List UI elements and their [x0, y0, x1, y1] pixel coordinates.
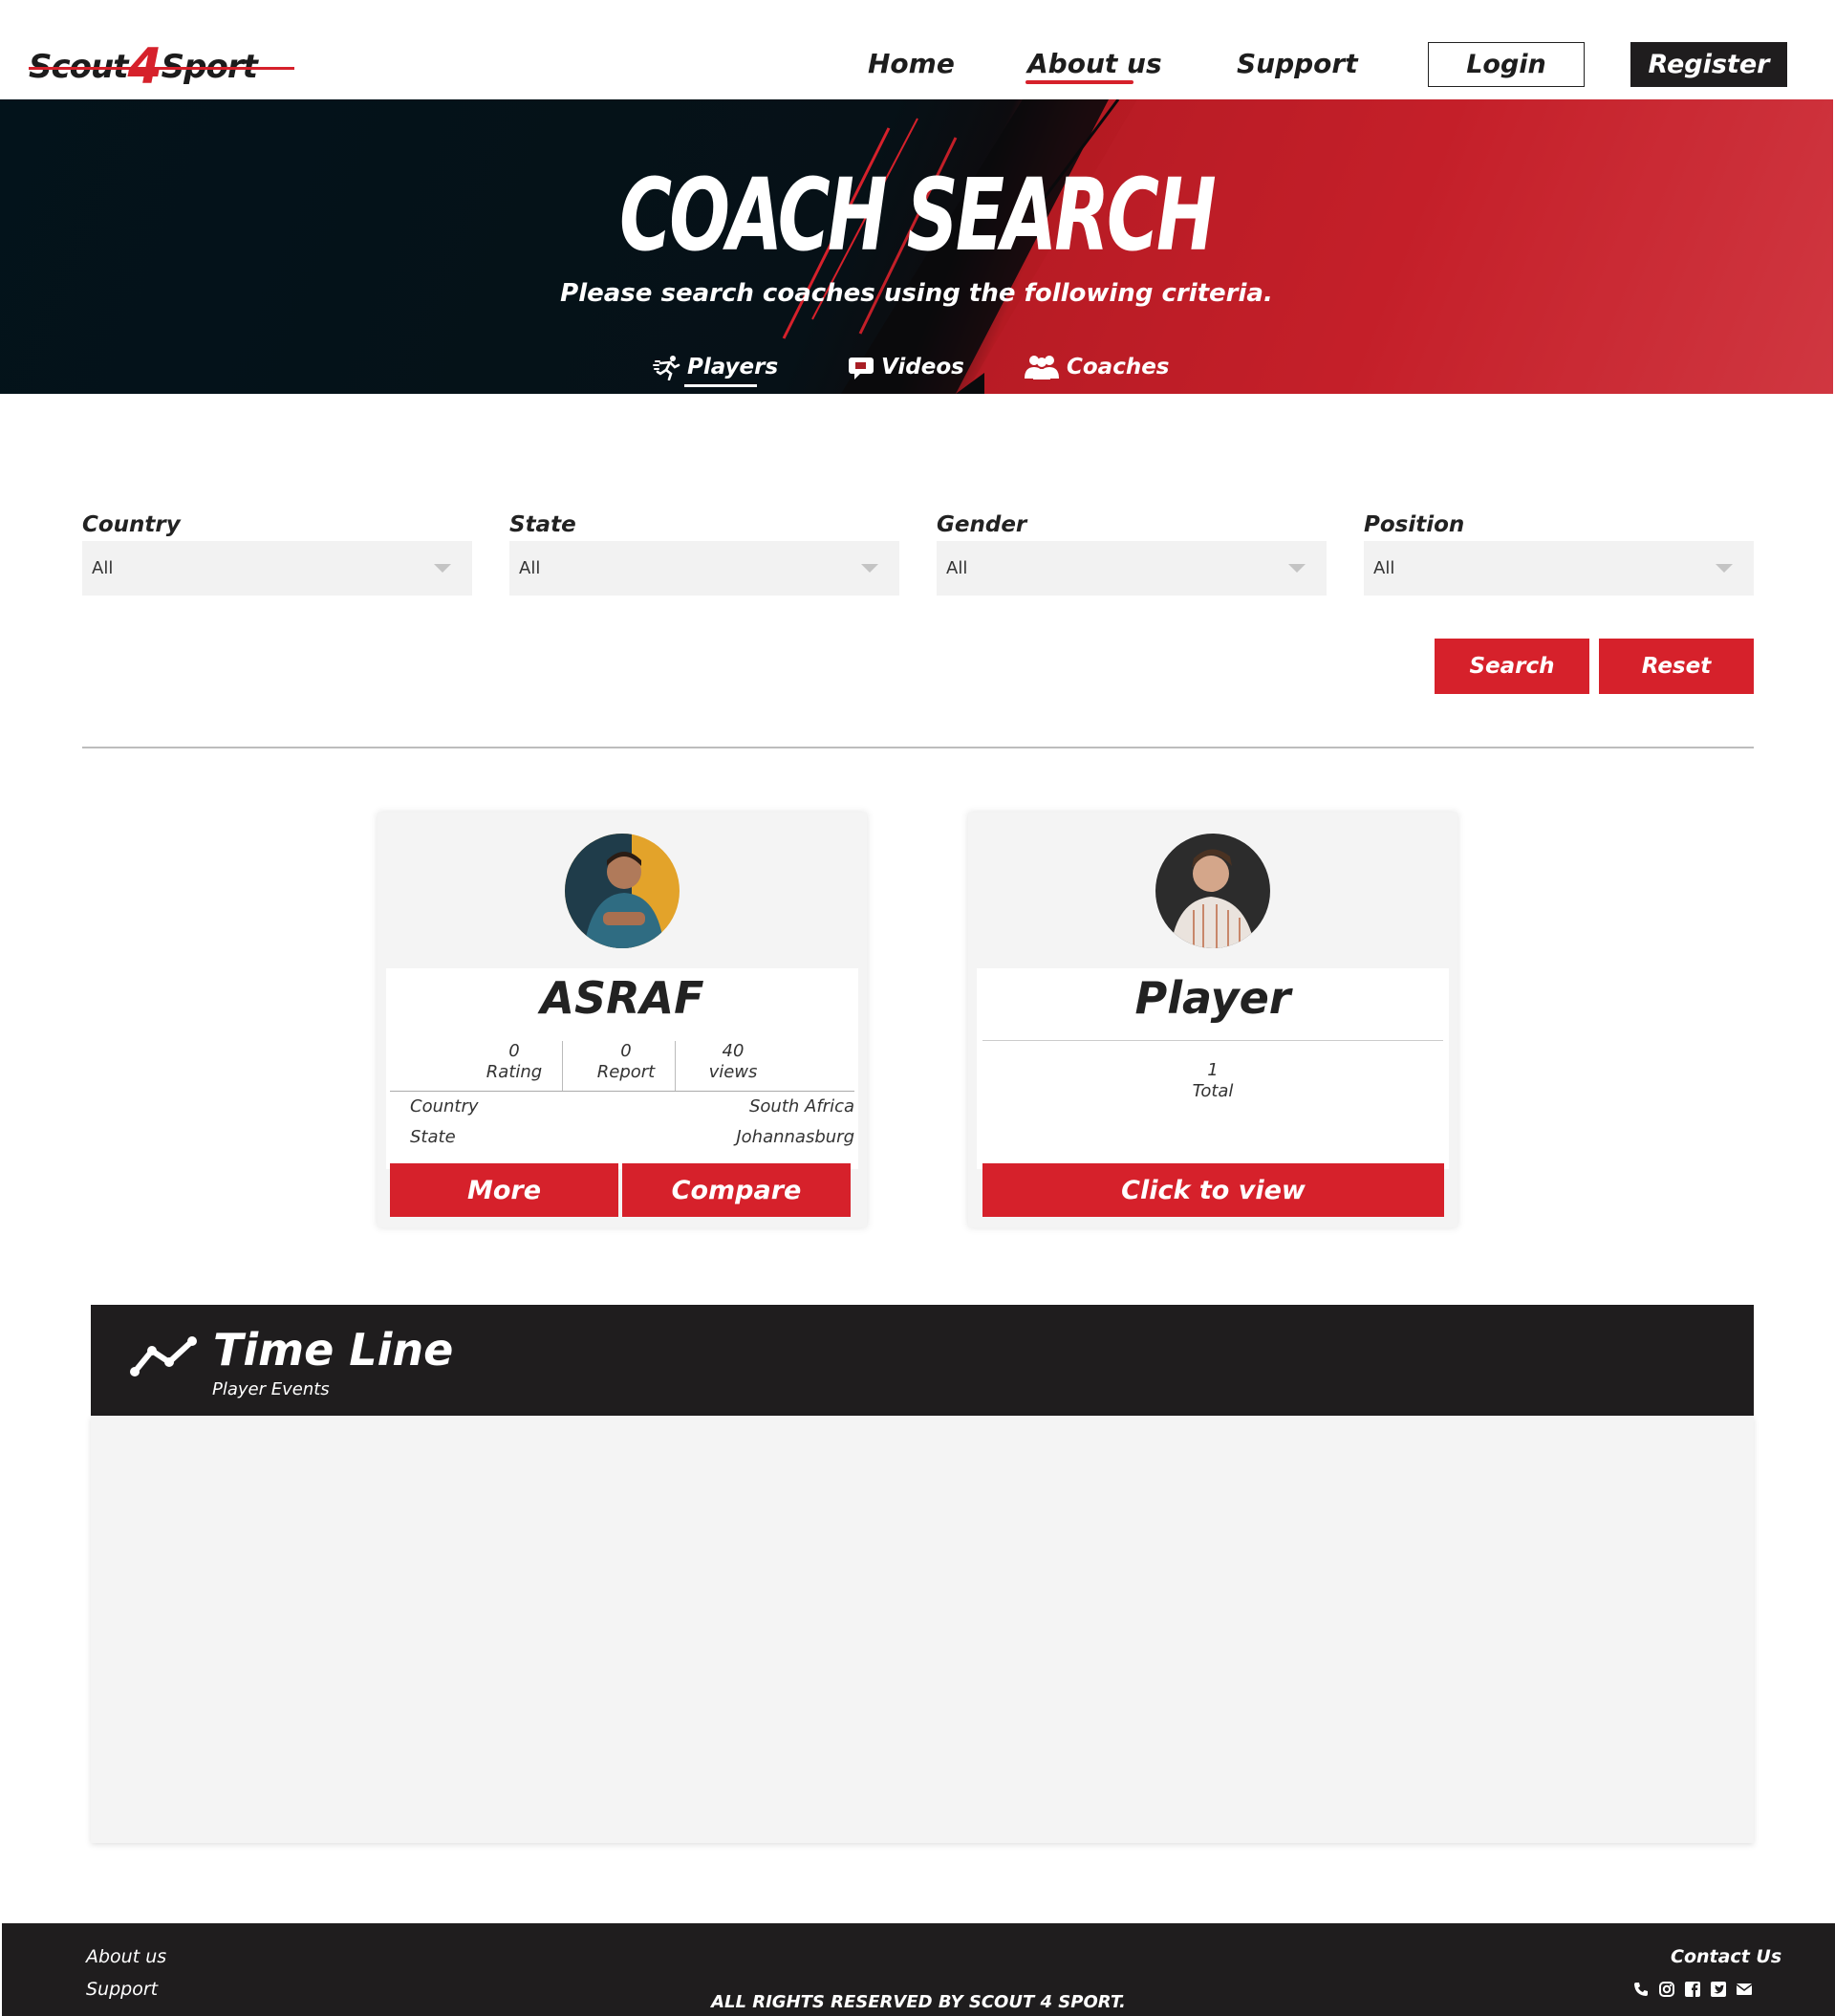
position-label: Position [1364, 512, 1465, 537]
nav-home-link[interactable]: Home [868, 48, 955, 79]
timeline-subtitle: Player Events [212, 1379, 330, 1399]
scout4sport-logo[interactable]: Scout4Sport [29, 13, 296, 96]
tab-coaches[interactable]: Coaches [1023, 354, 1170, 380]
page-title: COACH SEARCH [619, 157, 1217, 273]
views-value: 40 [722, 1041, 745, 1061]
timeline-content-area [91, 1416, 1754, 1843]
site-footer: About us Support ALL RIGHTS RESERVED BY … [2, 1923, 1835, 2016]
stat-divider [562, 1041, 563, 1091]
top-navigation-bar: Scout4Sport Home About us Support Login … [0, 0, 1835, 99]
state-select-value: All [519, 558, 541, 578]
tab-players-label: Players [687, 355, 779, 379]
facebook-icon[interactable] [1684, 1981, 1701, 1998]
gender-select[interactable]: All [937, 541, 1327, 596]
state-label: State [509, 512, 576, 537]
more-button[interactable]: More [390, 1163, 618, 1217]
player-card: Player 1 Total Click to view [968, 813, 1457, 1227]
card-divider [390, 1091, 854, 1092]
hero-banner: COACH SEARCH Please search coaches using… [0, 99, 1833, 394]
contact-us-link[interactable]: Contact Us [1671, 1946, 1781, 1967]
views-label: views [708, 1062, 758, 1082]
mail-icon[interactable] [1736, 1981, 1753, 1998]
country-select[interactable]: All [82, 541, 472, 596]
position-select-value: All [1373, 558, 1395, 578]
tab-active-underline [684, 384, 757, 387]
report-label: Report [596, 1062, 656, 1082]
section-divider [82, 747, 1754, 748]
phone-icon[interactable] [1632, 1981, 1650, 1998]
instagram-icon[interactable] [1658, 1981, 1675, 1998]
video-chat-icon [849, 358, 874, 379]
chevron-down-icon [434, 564, 451, 573]
player-card-body: Player 1 Total [977, 968, 1449, 1169]
tab-videos[interactable]: Videos [847, 354, 964, 380]
country-label: Country [82, 512, 181, 537]
state-key: State [410, 1127, 456, 1147]
country-value: South Africa [748, 1096, 854, 1116]
total-label: Total [1192, 1081, 1234, 1101]
copyright-text: ALL RIGHTS RESERVED BY SCOUT 4 SPORT. [711, 1992, 1126, 2012]
rating-value: 0 [508, 1041, 520, 1061]
login-button[interactable]: Login [1428, 42, 1585, 87]
total-value: 1 [1207, 1060, 1219, 1080]
position-select[interactable]: All [1364, 541, 1754, 596]
coach-card-body: ASRAF 0 Rating 0 Report 40 views Country… [386, 968, 858, 1169]
gender-select-value: All [946, 558, 968, 578]
state-value: Johannasburg [736, 1127, 854, 1147]
country-key: Country [410, 1096, 479, 1116]
report-value: 0 [620, 1041, 632, 1061]
chevron-down-icon [861, 564, 878, 573]
nav-active-indicator [1025, 80, 1133, 84]
rating-label: Rating [486, 1062, 543, 1082]
avatar [1155, 834, 1270, 948]
chevron-down-icon [1716, 564, 1733, 573]
reset-button[interactable]: Reset [1599, 639, 1754, 694]
logo-wordmark: Scout4Sport [29, 38, 258, 96]
player-name: Player [1134, 972, 1291, 1024]
card-divider [982, 1040, 1443, 1041]
line-chart-icon [130, 1336, 197, 1377]
timeline-title: Time Line [213, 1324, 454, 1376]
search-button[interactable]: Search [1435, 639, 1589, 694]
chevron-down-icon [1288, 564, 1306, 573]
state-select[interactable]: All [509, 541, 899, 596]
avatar [565, 834, 680, 948]
views-stat: 40 views [685, 1041, 781, 1083]
tab-videos-label: Videos [881, 355, 964, 379]
running-person-icon [653, 356, 680, 380]
nav-support-link[interactable]: Support [1237, 48, 1358, 79]
compare-button[interactable]: Compare [622, 1163, 851, 1217]
rating-stat: 0 Rating [466, 1041, 562, 1083]
country-select-value: All [92, 558, 114, 578]
nav-about-link[interactable]: About us [1027, 48, 1162, 79]
group-icon [1025, 356, 1059, 379]
footer-about-link[interactable]: About us [86, 1946, 166, 1967]
twitter-icon[interactable] [1710, 1981, 1727, 1998]
stat-divider [675, 1041, 676, 1091]
register-button[interactable]: Register [1630, 42, 1787, 87]
timeline-header: Time Line Player Events [91, 1305, 1754, 1416]
gender-label: Gender [937, 512, 1027, 537]
page-subtitle: Please search coaches using the followin… [560, 279, 1273, 308]
coach-card: ASRAF 0 Rating 0 Report 40 views Country… [378, 813, 867, 1227]
tab-players[interactable]: Players [653, 354, 778, 380]
tab-coaches-label: Coaches [1067, 355, 1170, 379]
total-stat: 1 Total [1165, 1060, 1261, 1102]
logo-underline [29, 67, 294, 70]
click-to-view-button[interactable]: Click to view [982, 1163, 1444, 1217]
report-stat: 0 Report [578, 1041, 674, 1083]
coach-name: ASRAF [540, 972, 704, 1024]
